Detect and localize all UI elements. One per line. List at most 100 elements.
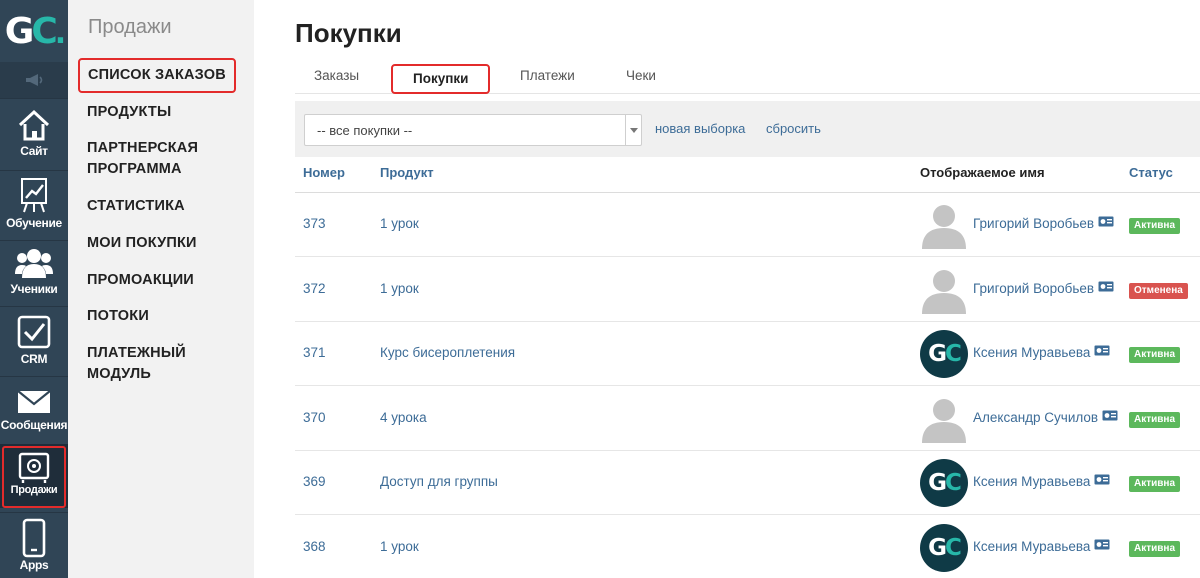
product-link[interactable]: Курс бисероплетения <box>380 345 515 360</box>
avatar[interactable]: GC <box>920 523 968 572</box>
status-badge: Активна <box>1129 540 1181 557</box>
tab-payments[interactable]: Платежи <box>520 68 575 83</box>
avatar[interactable] <box>920 395 968 443</box>
collapse-toggle[interactable] <box>0 62 68 98</box>
reset-link[interactable]: сбросить <box>766 121 821 136</box>
order-number-link[interactable]: 368 <box>303 539 326 554</box>
avatar[interactable] <box>920 266 968 314</box>
user-name: Ксения Муравьева <box>973 538 1091 554</box>
table-row[interactable]: 372 1 урок Григорий Воробьев Отменена <box>295 258 1200 322</box>
order-number-link[interactable]: 372 <box>303 281 326 296</box>
tab-receipts[interactable]: Чеки <box>626 68 656 83</box>
column-header-number[interactable]: Номер <box>303 165 345 180</box>
rail-item-site[interactable]: Сайт <box>0 108 68 158</box>
home-icon <box>18 109 50 141</box>
id-card-icon[interactable] <box>1090 539 1110 554</box>
table-row[interactable]: 371 Курс бисероплетения GC Ксения Муравьева… <box>295 322 1200 386</box>
submenu-item-promotions[interactable]: ПРОМОАКЦИИ <box>87 270 194 291</box>
status-badge: Активна <box>1129 347 1181 363</box>
submenu-item-streams[interactable]: ПОТОКИ <box>87 306 149 327</box>
brand-logo[interactable]: GC. <box>0 0 68 62</box>
rail-item-students[interactable]: Ученики <box>0 246 68 296</box>
id-card-icon[interactable] <box>1094 216 1114 231</box>
rail-item-sales[interactable]: Продажи <box>0 444 68 508</box>
column-header-display-name: Отображаемое имя <box>920 165 1045 180</box>
product-link[interactable]: 4 урока <box>380 410 427 425</box>
rail-divider <box>0 98 68 99</box>
purchases-filter-select[interactable]: -- все покупки -- <box>304 114 642 146</box>
table-row[interactable]: 369 Доступ для группы GC Ксения Муравьева Ак… <box>295 451 1200 515</box>
user-name-link[interactable]: Ксения Муравьева <box>973 474 1110 489</box>
submenu-item-payment-module[interactable]: ПЛАТЕЖНЫЙ МОДУЛЬ <box>87 343 207 385</box>
status-badge: Активна <box>1129 411 1181 428</box>
rail-divider <box>0 170 68 171</box>
product-link[interactable]: Доступ для группы <box>380 474 498 489</box>
id-card-icon[interactable] <box>1094 281 1114 296</box>
user-name-link[interactable]: Александр Сучилов <box>973 410 1118 425</box>
product-link[interactable]: 1 урок <box>380 281 419 296</box>
rail-divider <box>0 306 68 307</box>
active-highlight <box>2 446 66 508</box>
chart-board-icon <box>21 178 47 213</box>
id-card-icon[interactable] <box>1090 474 1110 489</box>
envelope-icon <box>17 390 51 413</box>
submenu-item-products[interactable]: ПРОДУКТЫ <box>87 102 171 123</box>
submenu-item-affiliate[interactable]: ПАРТНЕРСКАЯ ПРОГРАММА <box>87 138 237 180</box>
order-number-link[interactable]: 370 <box>303 410 326 425</box>
new-selection-link[interactable]: новая выборка <box>655 121 745 136</box>
main-content: Покупки Заказы Покупки Платежи Чеки -- в… <box>254 0 1200 578</box>
table-row[interactable]: 373 1 урок Григорий Воробьев Активна <box>295 193 1200 257</box>
column-header-product[interactable]: Продукт <box>380 165 434 180</box>
app: GC. Сайт Обучение Ученики CRM Сообщения … <box>0 0 1200 578</box>
rail-label: Сайт <box>20 144 48 158</box>
table-row[interactable]: 368 1 урок GC Ксения Муравьева Активна <box>295 516 1200 578</box>
user-placeholder-icon <box>922 269 966 314</box>
table-row[interactable]: 370 4 урока Александр Сучилов Активна <box>295 387 1200 451</box>
order-number-link[interactable]: 369 <box>303 474 326 489</box>
table-header: Номер Продукт Отображаемое имя Статус <box>295 157 1200 193</box>
tab-purchases[interactable]: Покупки <box>391 64 491 94</box>
rail-item-apps[interactable]: Apps <box>0 518 68 572</box>
checkbox-icon <box>17 315 51 349</box>
user-name: Григорий Воробьев <box>973 216 1095 231</box>
submenu-item-my-purchases[interactable]: МОИ ПОКУПКИ <box>87 233 197 254</box>
submenu-item-orders-list[interactable]: СПИСОК ЗАКАЗОВ <box>78 58 236 93</box>
id-card-icon[interactable] <box>1090 345 1110 360</box>
submenu-item-statistics[interactable]: СТАТИСТИКА <box>87 196 185 217</box>
user-name-link[interactable]: Григорий Воробьев <box>973 281 1114 296</box>
user-name: Григорий Воробьев <box>973 280 1095 296</box>
product-link[interactable]: 1 урок <box>380 216 419 231</box>
id-card-icon[interactable] <box>1098 410 1118 425</box>
rail-item-crm[interactable]: CRM <box>0 314 68 366</box>
status-badge: Активна <box>1129 218 1181 234</box>
avatar-logo: GC <box>928 470 962 496</box>
avatar[interactable] <box>920 201 968 249</box>
avatar-logo: GC <box>928 341 962 367</box>
rail-divider <box>0 376 68 377</box>
product-link[interactable]: 1 урок <box>380 539 419 554</box>
user-name-link[interactable]: Григорий Воробьев <box>973 216 1114 231</box>
rail-item-messages[interactable]: Сообщения <box>0 388 68 432</box>
column-header-status[interactable]: Статус <box>1129 165 1173 180</box>
user-placeholder-icon <box>922 205 966 249</box>
avatar[interactable]: GC <box>920 459 968 507</box>
logo-mark: GC. <box>4 10 67 52</box>
user-name: Ксения Муравьева <box>973 345 1091 360</box>
megaphone-icon <box>26 74 43 86</box>
icon-rail: GC. Сайт Обучение Ученики CRM Сообщения … <box>0 0 68 578</box>
tab-orders[interactable]: Заказы <box>314 68 359 83</box>
order-number-link[interactable]: 373 <box>303 216 326 231</box>
avatar[interactable]: GC <box>920 330 968 378</box>
user-name-link[interactable]: Ксения Муравьева <box>973 539 1110 554</box>
user-placeholder-icon <box>922 398 966 443</box>
order-number-link[interactable]: 371 <box>303 345 326 360</box>
avatar-logo: GC <box>928 534 962 561</box>
user-name-link[interactable]: Ксения Муравьева <box>973 345 1110 360</box>
rail-divider <box>0 512 68 513</box>
select-value: -- все покупки -- <box>317 123 413 138</box>
rail-label: Ученики <box>10 282 58 296</box>
phone-icon <box>22 518 46 558</box>
rail-item-learning[interactable]: Обучение <box>0 176 68 230</box>
rail-label: Сообщения <box>0 418 68 432</box>
chevron-down-icon <box>625 115 641 145</box>
